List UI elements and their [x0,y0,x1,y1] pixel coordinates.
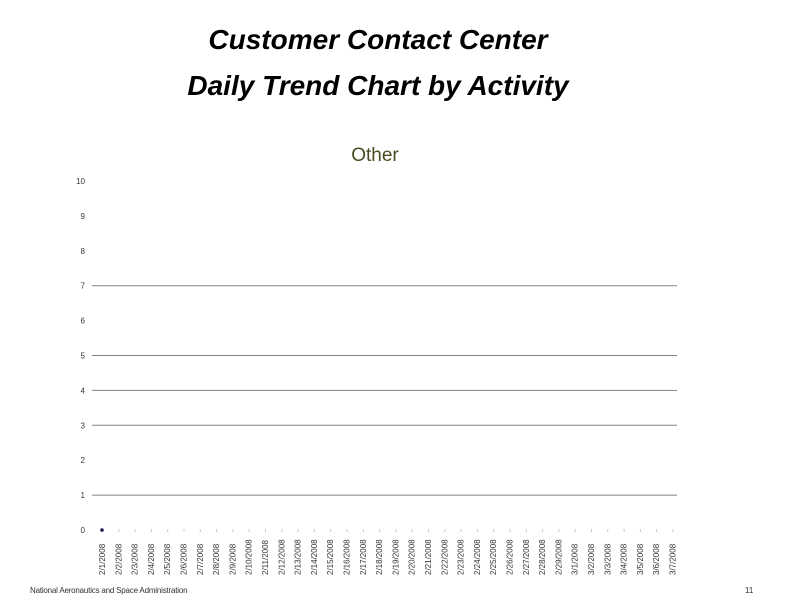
x-tick-label: 2/16/2008 [343,539,352,575]
x-tick-label: 2/22/2008 [440,539,449,575]
x-tick-label: 2/28/2008 [538,539,547,575]
gridlines [92,285,677,496]
x-tick-label: 2/20/2008 [408,539,417,575]
x-tick-label: 2/18/2008 [375,539,384,575]
x-tick-label: 3/3/2008 [603,543,612,575]
x-tick-label: 2/10/2008 [245,539,254,575]
x-tick-label: 2/23/2008 [457,539,466,575]
x-tick-label: 2/9/2008 [228,543,237,575]
y-tick-label: 6 [81,317,86,326]
y-tick-label: 8 [81,247,86,256]
x-tick-label: 2/27/2008 [522,539,531,575]
x-tick-label: 2/6/2008 [180,543,189,575]
x-tick-label: 2/26/2008 [506,539,515,575]
x-tick-label: 2/11/2008 [261,539,270,575]
x-tick-label: 3/2/2008 [587,543,596,575]
x-tick-label: 2/1/2008 [98,543,107,575]
x-tick-label: 3/1/2008 [571,543,580,575]
page-number: 11 [745,586,754,595]
y-tick-label: 5 [81,352,86,361]
data-points [100,528,104,532]
x-tick-label: 2/24/2008 [473,539,482,575]
x-tick-label: 2/5/2008 [163,543,172,575]
x-tick-label: 2/8/2008 [212,543,221,575]
x-tick-label: 3/7/2008 [669,543,678,575]
x-tick-label: 2/7/2008 [196,543,205,575]
x-tick-label: 3/4/2008 [620,543,629,575]
x-tick-label: 2/25/2008 [489,539,498,575]
x-tick-label: 2/15/2008 [326,539,335,575]
footer-organization: National Aeronautics and Space Administr… [30,586,188,595]
y-tick-label: 2 [81,456,86,465]
x-tick-label: 2/3/2008 [131,543,140,575]
y-tick-label: 9 [81,212,86,221]
y-tick-label: 7 [81,282,86,291]
x-tick-label: 2/17/2008 [359,539,368,575]
y-tick-label: 1 [81,491,86,500]
y-axis-ticks: 0 1 2 3 4 5 6 7 8 9 10 [76,177,85,535]
x-tick-label: 3/5/2008 [636,543,645,575]
x-tick-label: 2/13/2008 [294,539,303,575]
x-tick-label: 2/19/2008 [391,539,400,575]
y-tick-label: 10 [76,177,85,186]
x-tick-label: 2/29/2008 [554,539,563,575]
chart-canvas: 0 1 2 3 4 5 6 7 8 9 10 2/1/2008 2/2/2008 2/3/2008 2/4… [76,177,678,575]
x-tick-label: 2/12/2008 [277,539,286,575]
y-tick-label: 4 [81,386,86,395]
x-tick-label: 2/21/2008 [424,539,433,575]
y-tick-label: 3 [81,421,86,430]
x-tick-label: 3/6/2008 [652,543,661,575]
data-point [100,528,104,532]
x-tick-label: 2/14/2008 [310,539,319,575]
x-tick-label: 2/4/2008 [147,543,156,575]
x-tick-label: 2/2/2008 [114,543,123,575]
x-axis-ticks: 2/1/2008 2/2/2008 2/3/2008 2/4/2008 2/5/2008… [98,529,678,575]
y-tick-label: 0 [81,526,86,535]
